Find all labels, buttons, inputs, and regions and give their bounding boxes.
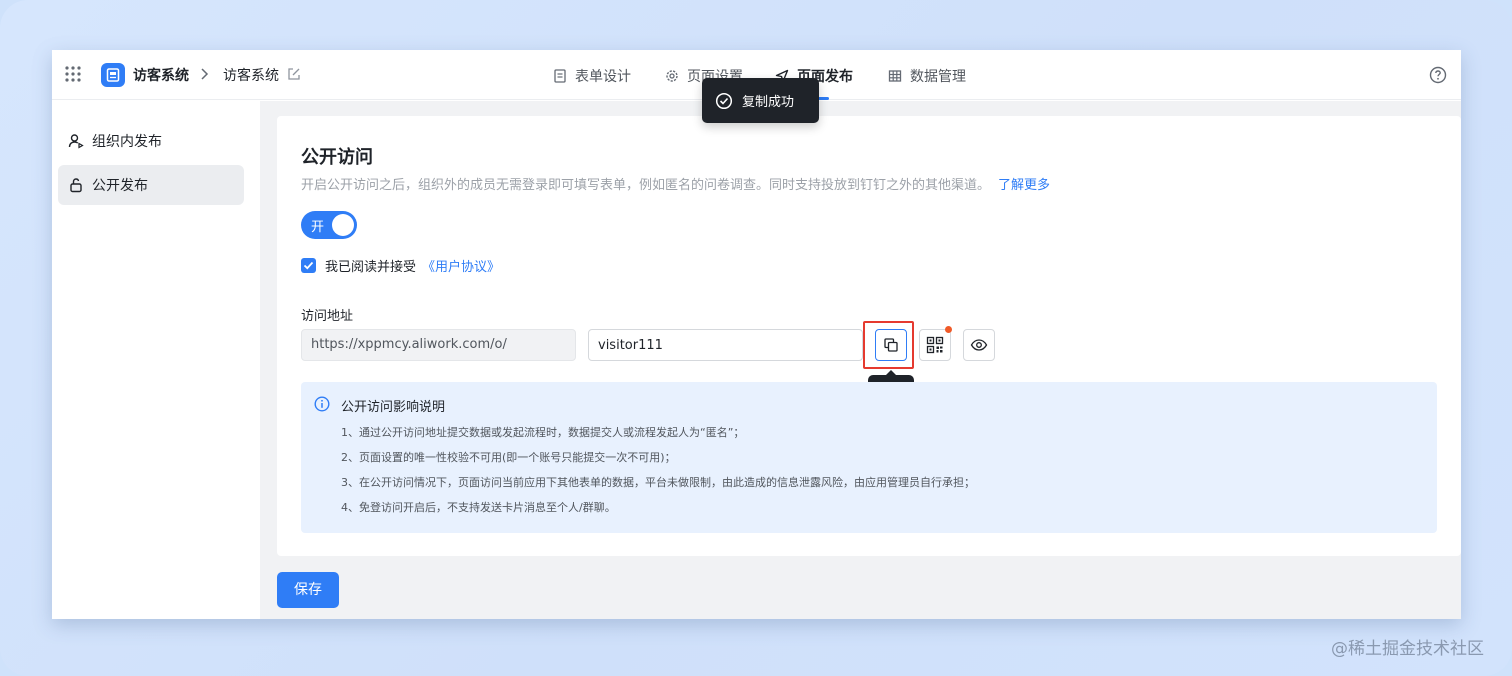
user-agreement-link[interactable]: 《用户协议》: [422, 256, 500, 275]
table-icon: [888, 70, 902, 82]
agreement-row: 我已阅读并接受 《用户协议》: [301, 256, 500, 275]
agreement-checkbox[interactable]: [301, 258, 316, 273]
notice-title: 公开访问影响说明: [341, 400, 446, 415]
qrcode-icon: [926, 336, 944, 354]
watermark: @稀土掘金技术社区: [1331, 639, 1484, 659]
check-icon: [303, 261, 314, 270]
check-circle-icon: [715, 92, 733, 109]
gear-icon: [666, 70, 678, 82]
tab-form-design[interactable]: 表单设计: [553, 65, 631, 87]
toggle-label: 开: [311, 220, 325, 235]
breadcrumb-current: 访客系统: [223, 68, 279, 84]
notification-dot: [945, 326, 952, 333]
notice-item: 3、在公开访问情况下，页面访问当前应用下其他表单的数据，平台未做限制，由此造成的…: [341, 476, 975, 489]
copy-button[interactable]: [875, 329, 907, 361]
sidebar-item-internal-publish[interactable]: 组织内发布: [58, 121, 244, 161]
address-label: 访问地址: [301, 309, 354, 324]
learn-more-link[interactable]: 了解更多: [998, 178, 1050, 193]
unlock-icon: [70, 178, 82, 193]
preview-button[interactable]: [963, 329, 995, 361]
notice-item: 2、页面设置的唯一性校验不可用(即一个账号只能提交一次不可用)；: [341, 451, 676, 464]
public-access-toggle[interactable]: 开: [301, 211, 357, 239]
tab-data-management[interactable]: 数据管理: [888, 65, 966, 87]
public-access-card: 公开访问 开启公开访问之后，组织外的成员无需登录即可填写表单，例如匿名的问卷调查…: [277, 116, 1461, 556]
user-share-icon: [68, 134, 84, 149]
eye-icon: [970, 339, 988, 351]
url-prefix-field: https://xppmcy.aliwork.com/o/: [301, 329, 576, 361]
qrcode-button[interactable]: [919, 329, 951, 361]
url-suffix-input[interactable]: [588, 329, 863, 361]
main-content: 公开访问 开启公开访问之后，组织外的成员无需登录即可填写表单，例如匿名的问卷调查…: [260, 101, 1461, 619]
toast-message: 复制成功: [702, 78, 819, 123]
info-icon: [314, 396, 330, 412]
help-icon[interactable]: [1429, 66, 1447, 84]
app-logo: [101, 63, 125, 87]
notice-item: 1、通过公开访问地址提交数据或发起流程时，数据提交人或流程发起人为“匿名”；: [341, 426, 745, 439]
app-grid-icon[interactable]: [65, 66, 81, 82]
save-button[interactable]: 保存: [277, 572, 339, 608]
notice-box: 公开访问影响说明 1、通过公开访问地址提交数据或发起流程时，数据提交人或流程发起…: [301, 382, 1437, 533]
notice-item: 4、免登访问开启后，不支持发送卡片消息至个人/群聊。: [341, 501, 616, 514]
chevron-right-icon: [201, 68, 209, 80]
app-name[interactable]: 访客系统: [133, 65, 189, 85]
sidebar-item-public-publish[interactable]: 公开发布: [58, 165, 244, 205]
section-description: 开启公开访问之后，组织外的成员无需登录即可填写表单，例如匿名的问卷调查。同时支持…: [301, 178, 1051, 193]
document-icon: [106, 68, 120, 82]
toggle-knob: [332, 214, 354, 236]
sidebar: 组织内发布 公开发布: [52, 101, 260, 619]
copy-icon: [884, 338, 898, 352]
form-icon: [554, 69, 566, 83]
app-window: 访客系统 访客系统 表单设计 页面设置 页面发布 数据管理 组织内发布 公开发布…: [52, 50, 1461, 619]
edit-icon[interactable]: [287, 67, 301, 81]
section-title: 公开访问: [301, 147, 373, 168]
